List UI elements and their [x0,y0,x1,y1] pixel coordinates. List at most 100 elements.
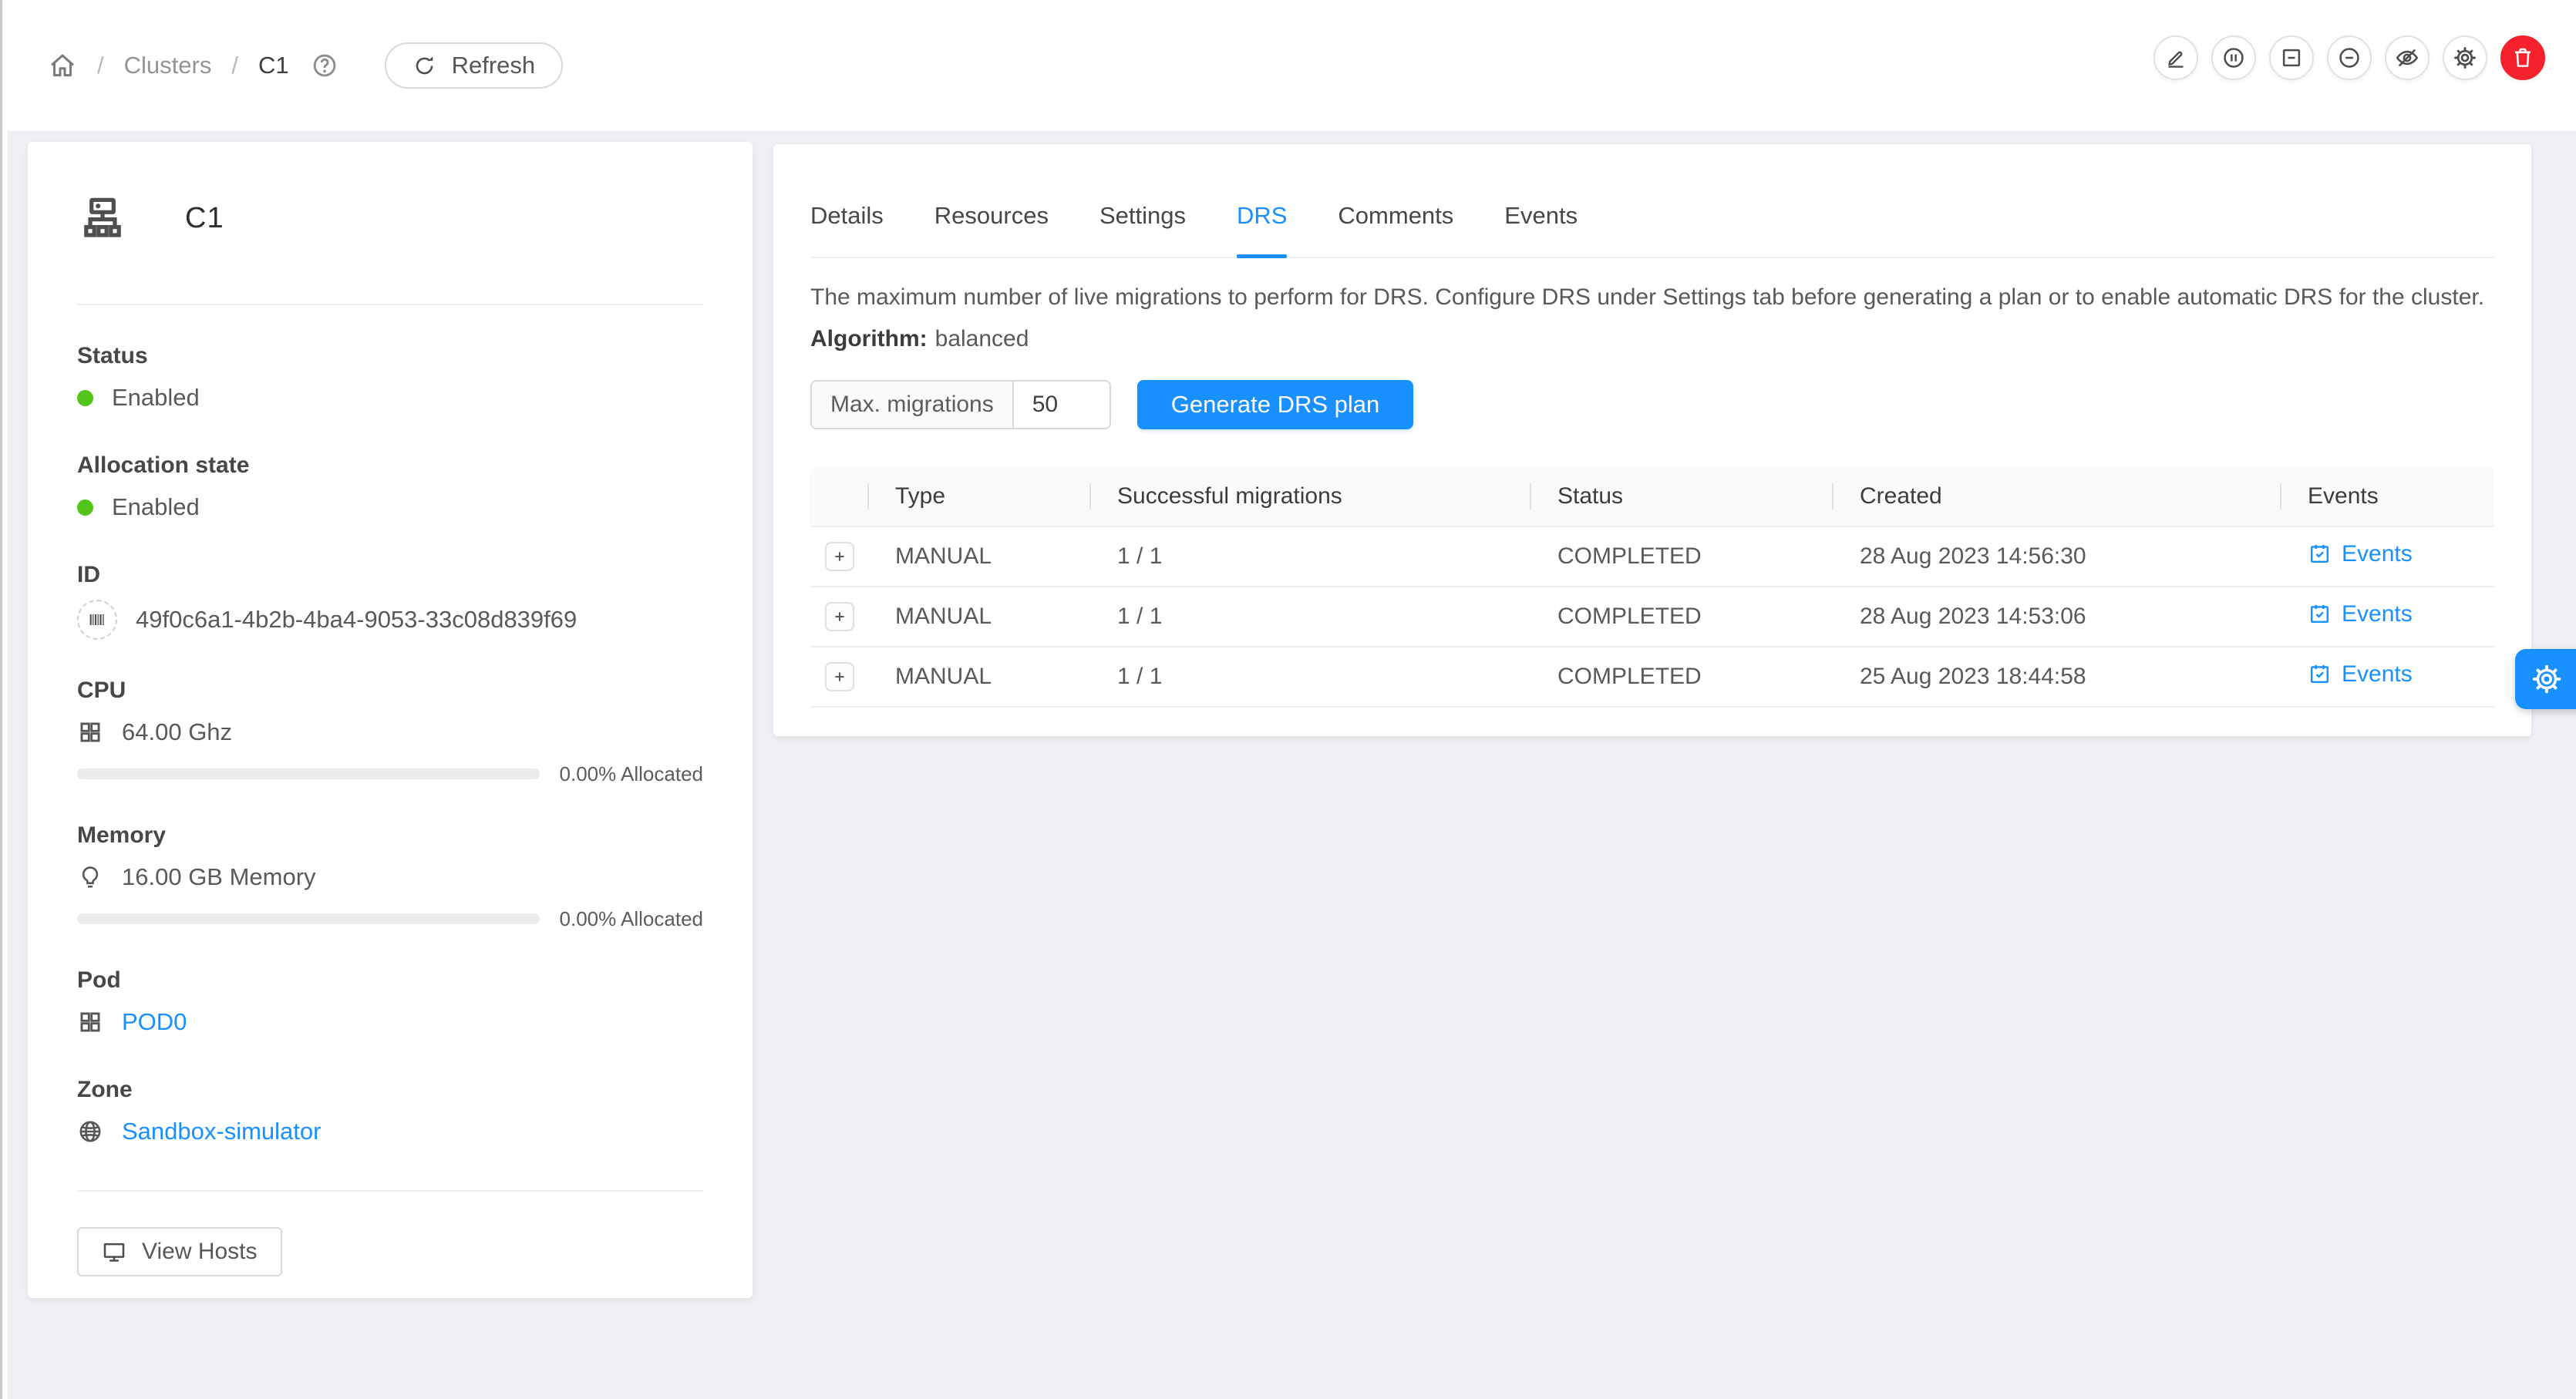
barcode-icon [77,600,117,640]
memory-allocated-text: 0.00% Allocated [560,907,703,931]
square-minus-icon [2279,45,2304,70]
events-link[interactable]: Events [2308,661,2413,688]
cell-status: COMPLETED [1531,526,1834,587]
memory-label: Memory [77,822,703,849]
table-row: MANUAL 1 / 1 COMPLETED 25 Aug 2023 18:44… [810,647,2494,707]
column-status: Status [1531,466,1834,526]
memory-value-row: 16.00 GB Memory [77,860,703,894]
cell-successful: 1 / 1 [1091,526,1531,587]
cell-type: MANUAL [869,526,1091,587]
zone-link[interactable]: Sandbox-simulator [122,1118,321,1145]
square-minus-button[interactable] [2269,35,2314,80]
allocation-state-value: Enabled [77,490,703,524]
status-dot-icon [77,390,93,406]
tab-details[interactable]: Details [810,201,884,257]
reload-icon [412,54,436,78]
column-events: Events [2281,466,2494,526]
plus-icon [830,668,849,686]
cell-created: 28 Aug 2023 14:53:06 [1834,587,2281,647]
cell-successful: 1 / 1 [1091,587,1531,647]
breadcrumb-link-clusters[interactable]: Clusters [124,52,212,79]
table-row: MANUAL 1 / 1 COMPLETED 28 Aug 2023 14:53… [810,587,2494,647]
circle-minus-button[interactable] [2327,35,2372,80]
drs-plans-table: Type Successful migrations Status Create… [810,466,2494,708]
cpu-progress: 0.00% Allocated [77,763,703,785]
algorithm-value: balanced [935,326,1029,351]
desktop-icon [102,1239,126,1264]
refresh-label: Refresh [452,52,536,79]
pencil-icon [2164,46,2187,69]
delete-button[interactable] [2500,35,2545,80]
column-type: Type [869,466,1091,526]
view-hosts-button[interactable]: View Hosts [77,1227,282,1276]
settings-button[interactable] [2443,35,2487,80]
column-successful-migrations: Successful migrations [1091,466,1531,526]
max-migrations-label: Max. migrations [812,382,1014,428]
cpu-progress-track [77,768,540,779]
pause-circle-button[interactable] [2211,35,2256,80]
expand-row-button[interactable] [825,662,854,691]
drs-description: The maximum number of live migrations to… [810,283,2494,312]
tab-bar: Details Resources Settings DRS Comments … [810,144,2494,258]
trash-icon [2510,45,2535,70]
memory-progress: 0.00% Allocated [77,908,703,930]
column-created: Created [1834,466,2281,526]
carry-out-calendar-icon [2308,662,2332,686]
table-row: MANUAL 1 / 1 COMPLETED 28 Aug 2023 14:56… [810,526,2494,587]
cluster-detail-card: Details Resources Settings DRS Comments … [773,144,2531,736]
eye-slash-button[interactable] [2385,35,2430,80]
zone-label: Zone [77,1076,703,1104]
events-link[interactable]: Events [2308,601,2413,627]
view-hosts-label: View Hosts [142,1239,258,1265]
circle-minus-icon [2337,45,2362,70]
status-value: Enabled [77,381,703,415]
cluster-info-card: C1 Status Enabled Allocation state Enabl… [28,142,753,1298]
appstore-icon [77,719,103,745]
cell-status: COMPLETED [1531,647,1834,707]
divider [77,304,703,305]
status-label: Status [77,342,703,370]
tab-events[interactable]: Events [1504,201,1578,257]
breadcrumb-current: C1 [258,52,289,79]
tab-drs[interactable]: DRS [1237,201,1287,257]
plus-icon [830,607,849,626]
expand-column-header [810,466,869,526]
divider [77,1190,703,1192]
globe-icon [77,1118,103,1145]
carry-out-calendar-icon [2308,542,2332,566]
tab-resources[interactable]: Resources [934,201,1049,257]
expand-row-button[interactable] [825,542,854,571]
cluster-actions [2153,35,2545,80]
cpu-label: CPU [77,677,703,705]
events-link[interactable]: Events [2308,541,2413,567]
table-header-row: Type Successful migrations Status Create… [810,466,2494,526]
refresh-button[interactable]: Refresh [385,42,564,89]
drs-algorithm: Algorithm: balanced [810,325,2494,354]
breadcrumb-separator: / [97,52,104,79]
cluster-card-header: C1 [77,193,703,244]
cluster-title: C1 [185,202,224,235]
carry-out-calendar-icon [2308,602,2332,626]
home-icon[interactable] [48,51,77,80]
cpu-allocated-text: 0.00% Allocated [560,762,703,786]
edit-button[interactable] [2153,35,2198,80]
top-header: / Clusters / C1 Refresh [0,0,2576,131]
expand-row-button[interactable] [825,602,854,631]
max-migrations-input[interactable] [1014,382,1110,428]
generate-drs-plan-button[interactable]: Generate DRS plan [1137,380,1414,429]
drs-controls: Max. migrations Generate DRS plan [810,380,2494,429]
gear-icon [2531,663,2563,695]
algorithm-label: Algorithm: [810,326,928,351]
tab-settings[interactable]: Settings [1099,201,1186,257]
cell-status: COMPLETED [1531,587,1834,647]
tab-comments[interactable]: Comments [1338,201,1453,257]
question-circle-icon[interactable] [311,52,338,79]
cell-created: 25 Aug 2023 18:44:58 [1834,647,2281,707]
cpu-value-row: 64.00 Ghz [77,715,703,749]
appstore-icon [77,1009,103,1035]
cell-type: MANUAL [869,647,1091,707]
settings-drawer-button[interactable] [2515,649,2576,709]
memory-progress-track [77,913,540,924]
pod-value-row: POD0 [77,1005,703,1039]
pod-link[interactable]: POD0 [122,1008,187,1036]
